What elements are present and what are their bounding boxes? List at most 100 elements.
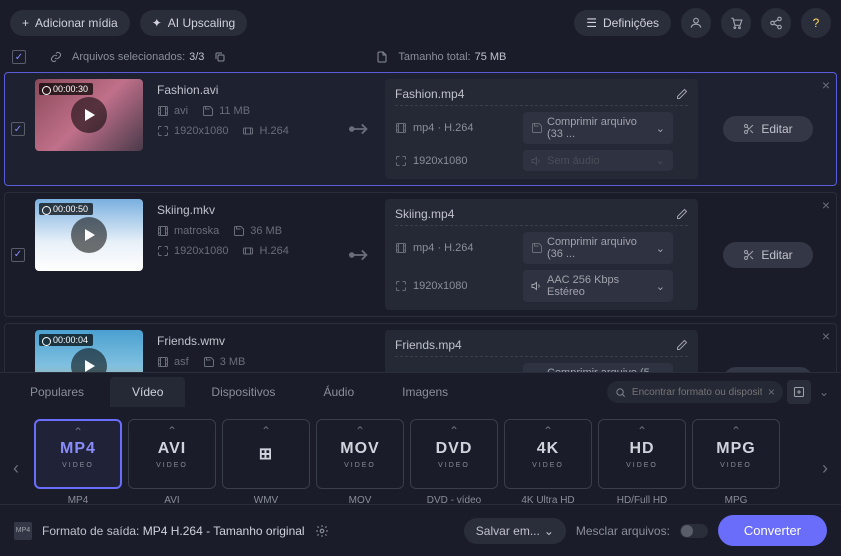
preset-button[interactable]: [787, 380, 811, 404]
settings-button[interactable]: ☰ Definições: [574, 10, 671, 36]
edit-name-icon[interactable]: [676, 339, 688, 351]
file-row[interactable]: 00:00:04 Friends.wmv asf 3 MB 1920x1080 …: [4, 323, 837, 372]
compress-dropdown[interactable]: Comprimir arquivo (36 ...⌄: [523, 232, 673, 264]
file-row[interactable]: 00:00:30 Fashion.avi avi 11 MB 1920x1080…: [4, 72, 837, 186]
format-search[interactable]: ×: [607, 381, 783, 403]
thumbnail[interactable]: 00:00:30: [35, 79, 143, 151]
source-filename: Fashion.avi: [157, 83, 335, 97]
collapse-icon[interactable]: ⌄: [815, 385, 833, 399]
chevron-up-icon: ⌃: [449, 424, 459, 438]
format-logo: DVD: [436, 440, 473, 458]
size-meta: 11 MB: [202, 105, 250, 117]
source-info: Fashion.avi avi 11 MB 1920x1080 H.264: [151, 79, 341, 179]
convert-button[interactable]: Converter: [718, 515, 827, 546]
gear-icon[interactable]: [315, 524, 329, 538]
row-checkbox[interactable]: [11, 248, 25, 262]
remove-file-icon[interactable]: ×: [822, 197, 830, 213]
resolution-meta: 1920x1080: [157, 245, 228, 257]
tab-popular[interactable]: Populares: [8, 377, 106, 407]
save-to-dropdown[interactable]: Salvar em... ⌄: [464, 518, 566, 544]
format-card[interactable]: ⌃ ⊞ WMV: [222, 419, 310, 517]
cart-button[interactable]: [721, 8, 751, 38]
share-button[interactable]: [761, 8, 791, 38]
duration-badge: 00:00:04: [39, 334, 93, 346]
output-resolution: 1920x1080: [395, 280, 513, 292]
plus-icon: +: [22, 16, 29, 30]
edit-name-icon[interactable]: [676, 88, 688, 100]
compress-dropdown[interactable]: Comprimir arquivo (33 ...⌄: [523, 112, 673, 144]
output-info: Fashion.mp4 mp4 · H.264 Comprimir arquiv…: [385, 79, 698, 179]
format-badge-icon: MP4: [14, 522, 32, 540]
copy-icon[interactable]: [214, 51, 226, 63]
edit-button[interactable]: Editar: [723, 242, 812, 268]
tab-video[interactable]: Vídeo: [110, 377, 185, 407]
arrow-icon: [349, 330, 377, 372]
carousel-prev[interactable]: ‹: [4, 438, 28, 498]
thumbnail[interactable]: 00:00:04: [35, 330, 143, 372]
tab-images[interactable]: Imagens: [380, 377, 470, 407]
compress-dropdown[interactable]: Comprimir arquivo (5 MB)⌄: [523, 363, 673, 372]
thumbnail[interactable]: 00:00:50: [35, 199, 143, 271]
edit-button[interactable]: Editar: [723, 116, 812, 142]
search-icon: [615, 387, 626, 398]
remove-file-icon[interactable]: ×: [822, 77, 830, 93]
format-card[interactable]: ⌃ MOV VIDEO MOV: [316, 419, 404, 517]
vcodec-meta: H.264: [242, 125, 288, 137]
format-logo: ⊞: [259, 444, 273, 464]
row-checkbox[interactable]: [11, 122, 25, 136]
output-resolution: 1920x1080: [395, 155, 513, 167]
remove-file-icon[interactable]: ×: [822, 328, 830, 344]
audio-dropdown[interactable]: AAC 256 Kbps Estéreo⌄: [523, 270, 673, 302]
tab-audio[interactable]: Áudio: [301, 377, 376, 407]
chevron-up-icon: ⌃: [355, 424, 365, 438]
play-icon[interactable]: [71, 217, 107, 253]
infobar: Arquivos selecionados: 3/3 Tamanho total…: [0, 46, 841, 72]
arrow-icon: [349, 79, 377, 179]
format-card[interactable]: ⌃ DVD VIDEO DVD - vídeo compatível: [410, 419, 498, 517]
format-sublabel: VIDEO: [532, 462, 564, 469]
sparkle-icon: ✦: [152, 16, 162, 30]
user-button[interactable]: [681, 8, 711, 38]
select-all-checkbox[interactable]: [12, 50, 26, 64]
audio-dropdown[interactable]: Sem áudio⌄: [523, 150, 673, 171]
output-filename[interactable]: Fashion.mp4: [395, 87, 668, 101]
format-card[interactable]: ⌃ 4K VIDEO 4K Ultra HD: [504, 419, 592, 517]
format-logo: 4K: [537, 440, 559, 458]
chevron-up-icon: ⌃: [73, 425, 83, 439]
add-media-button[interactable]: + Adicionar mídia: [10, 10, 130, 36]
bottombar: MP4 Formato de saída: MP4 H.264 - Tamanh…: [0, 504, 841, 556]
tab-devices[interactable]: Dispositivos: [189, 377, 297, 407]
duration-badge: 00:00:30: [39, 83, 93, 95]
output-format-label: Formato de saída: MP4 H.264 - Tamanho or…: [42, 524, 305, 538]
search-input[interactable]: [632, 387, 762, 398]
chevron-up-icon: ⌃: [637, 424, 647, 438]
output-filename[interactable]: Friends.mp4: [395, 338, 668, 352]
file-list: 00:00:30 Fashion.avi avi 11 MB 1920x1080…: [0, 72, 841, 372]
format-card[interactable]: ⌃ HD VIDEO HD/Full HD: [598, 419, 686, 517]
link-icon: [50, 51, 62, 63]
format-card[interactable]: ⌃ MPG VIDEO MPG: [692, 419, 780, 517]
container-meta: avi: [157, 105, 188, 117]
format-card[interactable]: ⌃ AVI VIDEO AVI: [128, 419, 216, 517]
output-filename[interactable]: Skiing.mp4: [395, 207, 668, 221]
help-button[interactable]: ?: [801, 8, 831, 38]
format-card[interactable]: ⌃ MP4 VIDEO MP4: [34, 419, 122, 517]
file-row[interactable]: 00:00:50 Skiing.mkv matroska 36 MB 1920x…: [4, 192, 837, 317]
play-icon[interactable]: [71, 348, 107, 372]
source-filename: Skiing.mkv: [157, 203, 335, 217]
carousel-next[interactable]: ›: [813, 438, 837, 498]
menu-icon: ☰: [586, 16, 597, 30]
resolution-meta: 1920x1080: [157, 125, 228, 137]
size-meta: 36 MB: [233, 225, 282, 237]
edit-name-icon[interactable]: [676, 208, 688, 220]
clear-search-icon[interactable]: ×: [768, 385, 775, 399]
ai-upscaling-button[interactable]: ✦ AI Upscaling: [140, 10, 247, 36]
selected-label: Arquivos selecionados:: [72, 51, 185, 63]
merge-toggle[interactable]: [680, 524, 708, 538]
format-logo: MP4: [60, 440, 96, 458]
chevron-down-icon: ⌄: [656, 122, 665, 135]
play-icon[interactable]: [71, 97, 107, 133]
output-format-value: MP4 H.264 - Tamanho original: [143, 524, 305, 538]
format-tabs: Populares Vídeo Dispositivos Áudio Image…: [0, 373, 841, 411]
output-info: Skiing.mp4 mp4 · H.264 Comprimir arquivo…: [385, 199, 698, 310]
